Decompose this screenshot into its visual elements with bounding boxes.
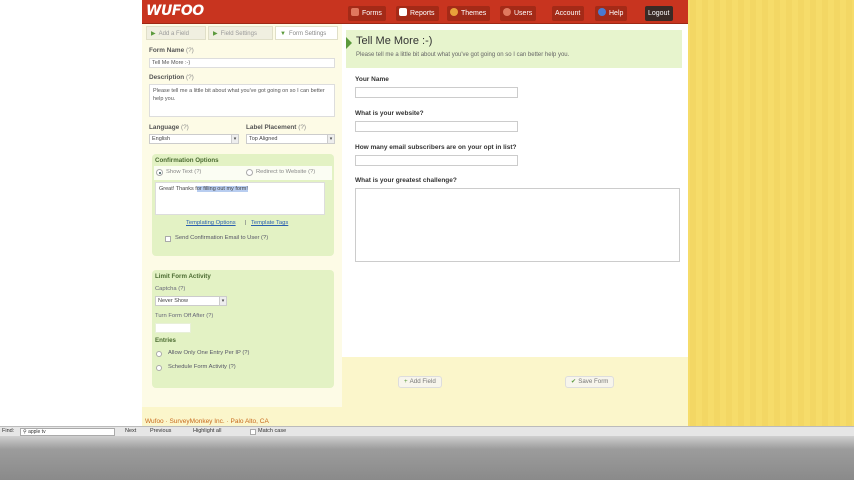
chevron-down-icon: ▾ xyxy=(219,297,226,305)
action-band: + Add Field ✔ Save Form xyxy=(342,357,688,407)
description-textarea[interactable]: Please tell me a little bit about what y… xyxy=(149,84,335,117)
confirmation-title: Confirmation Options xyxy=(155,157,219,164)
wufoo-app: WUFOO Forms Reports Themes Users Account… xyxy=(142,0,688,426)
link-separator: | xyxy=(245,220,247,226)
form-title[interactable]: Tell Me More :-) xyxy=(356,35,432,47)
check-icon: ✔ xyxy=(571,378,577,385)
send-email-checkbox[interactable] xyxy=(165,236,171,242)
entries-label: Entries xyxy=(155,337,176,344)
reports-icon xyxy=(399,8,407,16)
nav-users[interactable]: Users xyxy=(500,6,537,21)
find-label: Find: xyxy=(2,428,15,434)
nav-logout[interactable]: Logout xyxy=(645,6,674,21)
language-label: Language (?) xyxy=(149,124,189,131)
play-icon: ▶ xyxy=(213,31,218,37)
form-header: Tell Me More :-) Please tell me a little… xyxy=(346,30,682,68)
label-placement-select[interactable]: Top Aligned ▾ xyxy=(246,134,335,144)
match-case-checkbox[interactable] xyxy=(250,429,256,435)
wufoo-logo[interactable]: WUFOO xyxy=(146,3,204,19)
show-text-label: Show Text (?) xyxy=(166,169,202,175)
tab-add-field[interactable]: ▶ Add a Field xyxy=(146,26,206,40)
limit-activity-title: Limit Form Activity xyxy=(155,273,211,280)
confirmation-options-box: Confirmation Options Show Text (?) Redir… xyxy=(152,154,334,256)
top-nav-bar: WUFOO Forms Reports Themes Users Account… xyxy=(142,0,688,24)
field-label-website: What is your website? xyxy=(355,110,424,117)
chevron-down-icon: ▾ xyxy=(327,135,334,143)
nav-account[interactable]: Account xyxy=(552,6,585,21)
challenge-textarea[interactable] xyxy=(355,188,680,262)
your-name-input[interactable] xyxy=(355,87,518,98)
website-input[interactable] xyxy=(355,121,518,132)
find-next-button[interactable]: Next xyxy=(125,428,136,434)
turn-off-input[interactable] xyxy=(155,323,191,333)
nav-reports[interactable]: Reports xyxy=(396,6,439,21)
one-entry-checkbox[interactable] xyxy=(156,351,162,357)
nav-help[interactable]: Help xyxy=(595,6,628,21)
themes-icon xyxy=(450,8,458,16)
schedule-checkbox[interactable] xyxy=(156,365,162,371)
match-case-label: Match case xyxy=(258,428,287,434)
play-icon: ▶ xyxy=(151,31,156,37)
turn-off-label: Turn Form Off After (?) xyxy=(155,313,214,319)
template-tags-link[interactable]: Template Tags xyxy=(251,220,288,226)
send-email-label: Send Confirmation Email to User (?) xyxy=(175,235,269,241)
find-input[interactable]: ⚲ apple tv xyxy=(20,428,115,436)
nav-forms[interactable]: Forms xyxy=(348,6,386,21)
footer: Wufoo · SurveyMonkey Inc. · Palo Alto, C… xyxy=(142,407,688,426)
language-select[interactable]: English ▾ xyxy=(149,134,239,144)
find-previous-button[interactable]: Previous xyxy=(150,428,171,434)
field-label-challenge: What is your greatest challenge? xyxy=(355,177,457,184)
field-label-name: Your Name xyxy=(355,76,389,83)
label-placement-label: Label Placement (?) xyxy=(246,124,307,131)
redirect-radio[interactable] xyxy=(246,169,253,176)
form-name-label: Form Name (?) xyxy=(149,47,194,54)
footer-text: Wufoo · SurveyMonkey Inc. · Palo Alto, C… xyxy=(145,418,269,425)
selected-arrow-icon xyxy=(346,37,352,49)
settings-tabs: ▶ Add a Field ▶ Field Settings ▼ Form Setti… xyxy=(146,26,338,40)
one-entry-label: Allow Only One Entry Per IP (?) xyxy=(168,350,250,356)
form-name-input[interactable]: Tell Me More :-) xyxy=(149,58,335,68)
plus-icon: + xyxy=(404,378,408,385)
schedule-label: Schedule Form Activity (?) xyxy=(168,364,236,370)
nav-themes[interactable]: Themes xyxy=(447,6,491,21)
add-field-button[interactable]: + Add Field xyxy=(398,376,442,388)
templating-options-link[interactable]: Templating Options xyxy=(186,220,236,226)
left-margin xyxy=(0,0,142,426)
captcha-label: Captcha (?) xyxy=(155,286,186,292)
users-icon xyxy=(503,8,511,16)
show-text-radio[interactable] xyxy=(156,169,163,176)
tab-form-settings[interactable]: ▼ Form Settings xyxy=(275,26,338,40)
limit-activity-box: Limit Form Activity Captcha (?) Never Sh… xyxy=(152,270,334,388)
desktop-bottom xyxy=(0,436,854,480)
chevron-down-icon: ▼ xyxy=(280,31,286,37)
form-description: Please tell me a little bit about what y… xyxy=(356,52,570,58)
confirmation-message-textarea[interactable]: Great! Thanks for filling out my form! xyxy=(155,182,325,215)
forms-icon xyxy=(351,8,359,16)
subscribers-input[interactable] xyxy=(355,155,518,166)
save-form-button[interactable]: ✔ Save Form xyxy=(565,376,615,388)
help-icon xyxy=(598,8,606,16)
captcha-select[interactable]: Never Show ▾ xyxy=(155,296,227,306)
field-label-subscribers: How many email subscribers are on your o… xyxy=(355,144,517,151)
tab-field-settings[interactable]: ▶ Field Settings xyxy=(208,26,273,40)
find-bar: Find: ⚲ apple tv Next Previous Highlight… xyxy=(0,426,854,436)
redirect-label: Redirect to Website (?) xyxy=(256,169,316,175)
settings-pane: ▶ Add a Field ▶ Field Settings ▼ Form Setti… xyxy=(142,24,342,426)
description-label: Description (?) xyxy=(149,74,194,81)
highlight-all-button[interactable]: Highlight all xyxy=(193,428,221,434)
chevron-down-icon: ▾ xyxy=(231,135,238,143)
